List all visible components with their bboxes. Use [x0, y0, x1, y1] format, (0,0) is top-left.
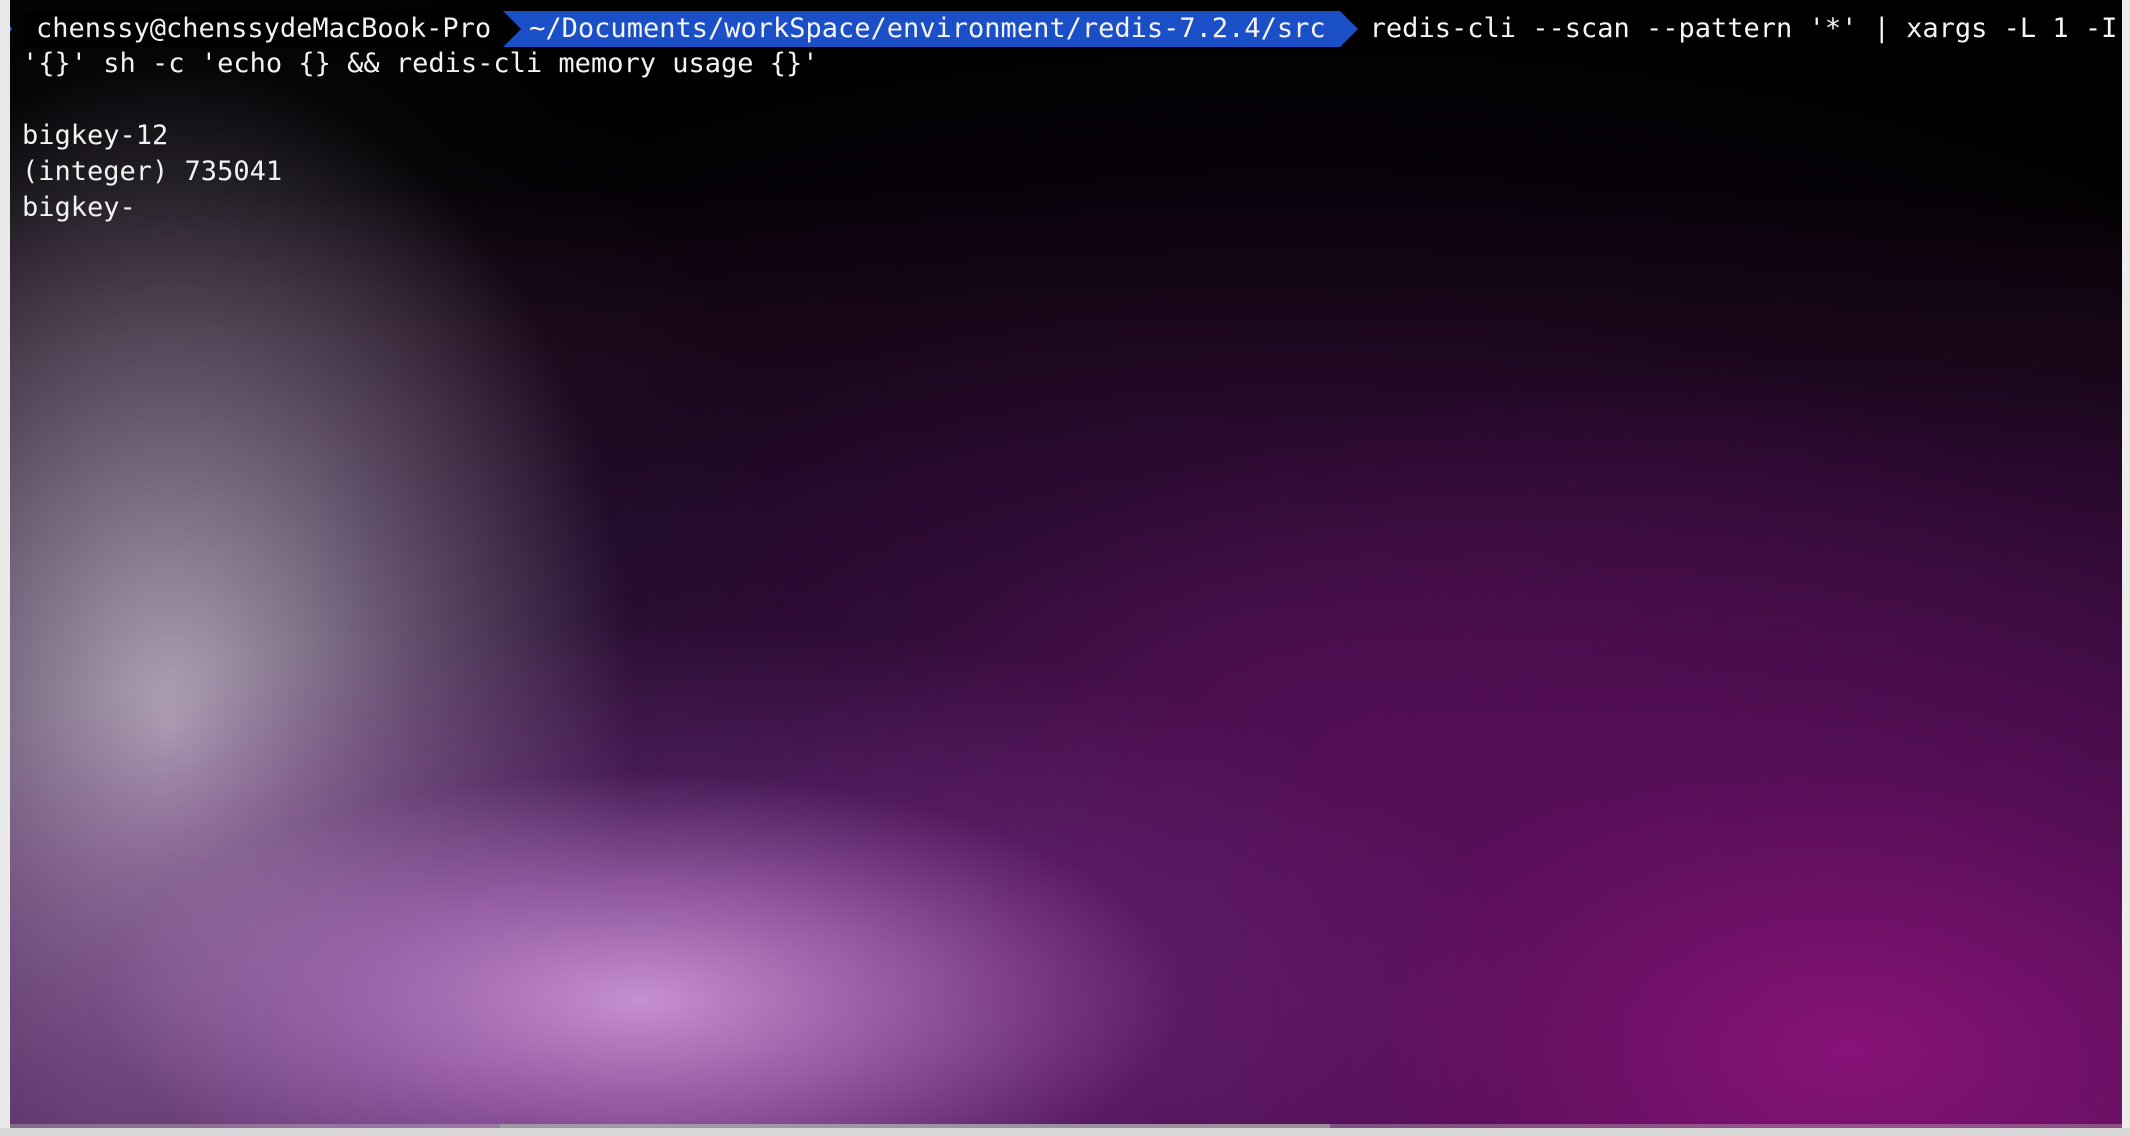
output-line: (integer) 735041 [22, 156, 283, 187]
output-line: bigkey-12 [22, 120, 169, 151]
terminal-window[interactable]: chenssy@chenssydeMacBook-Pro ~/Documents… [0, 0, 2130, 1136]
command-continuation[interactable]: '{}' sh -c 'echo {} && redis-cli memory … [22, 46, 819, 82]
window-frame-bottom [0, 1128, 2130, 1136]
window-frame-right [2122, 0, 2130, 1136]
prompt-line: chenssy@chenssydeMacBook-Pro ~/Documents… [0, 11, 2117, 47]
command-text[interactable]: redis-cli --scan --pattern '*' | xargs -… [1370, 11, 2118, 47]
output-line: bigkey- [22, 192, 136, 223]
window-frame-left [0, 0, 10, 1136]
prompt-user-host: chenssy@chenssydeMacBook-Pro [24, 11, 504, 47]
powerline-arrow-icon [1339, 11, 1358, 47]
powerline-arrow-icon [503, 11, 522, 47]
prompt-path: ~/Documents/workSpace/environment/redis-… [521, 11, 1340, 47]
